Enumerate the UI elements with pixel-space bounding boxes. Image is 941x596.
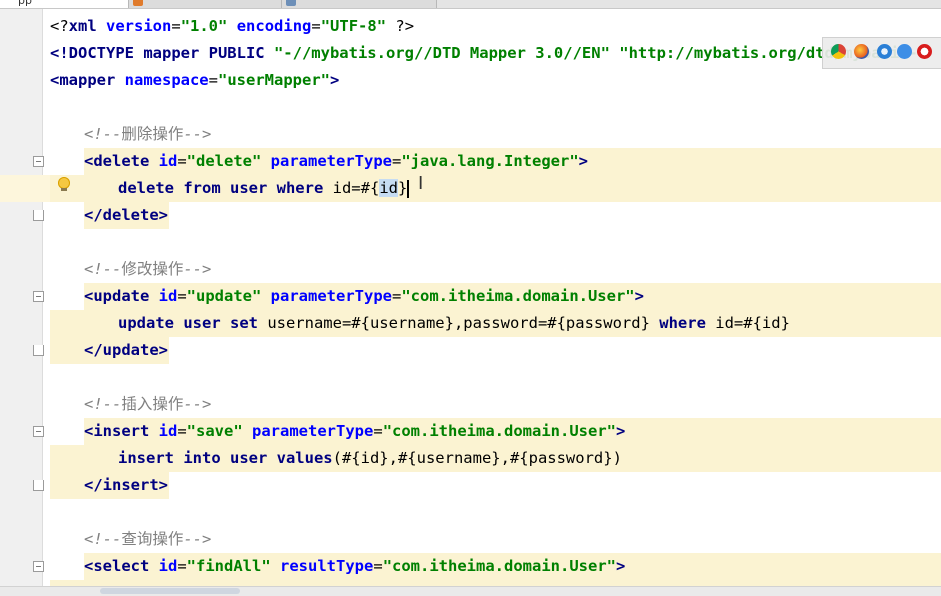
text-caret <box>407 179 410 198</box>
fold-end-icon[interactable] <box>33 480 44 491</box>
code-line-doctype[interactable]: <!DOCTYPE mapper PUBLIC "-//mybatis.org/… <box>50 40 918 67</box>
fold-end-icon[interactable] <box>33 210 44 221</box>
selected-text: id <box>379 179 398 197</box>
tab-mapper-xml[interactable]: pp <box>0 0 129 8</box>
code-line-comment-insert[interactable]: <!--插入操作--> <box>84 391 211 418</box>
firefox-icon[interactable] <box>854 44 869 59</box>
safari-icon[interactable] <box>877 44 892 59</box>
browser-preview-toolbar <box>822 37 941 69</box>
code-line-insert-close[interactable]: </insert> <box>84 472 168 499</box>
editor-gutter <box>0 9 43 595</box>
opera-icon[interactable] <box>917 44 932 59</box>
code-line-delete-body[interactable]: delete from user where id=#{id} <box>118 175 410 202</box>
chrome-icon[interactable] <box>831 44 846 59</box>
fold-end-icon[interactable] <box>33 345 44 356</box>
code-line-insert-open[interactable]: <insert id="save" parameterType="com.ith… <box>84 418 625 445</box>
code-line-update-open[interactable]: <update id="update" parameterType="com.i… <box>84 283 644 310</box>
file-icon <box>133 0 143 6</box>
code-line-update-close[interactable]: </update> <box>84 337 168 364</box>
code-line-update-body[interactable]: update user set username=#{username},pas… <box>118 310 790 337</box>
file-icon <box>286 0 296 6</box>
code-line-select-open[interactable]: <select id="findAll" resultType="com.ith… <box>84 553 625 580</box>
code-line-delete-open[interactable]: <delete id="delete" parameterType="java.… <box>84 148 588 175</box>
code-line-mapper-open[interactable]: <mapper namespace="userMapper"> <box>50 67 339 94</box>
code-line-comment-update[interactable]: <!--修改操作--> <box>84 256 211 283</box>
tab-file-3[interactable] <box>282 0 437 8</box>
tab-label: pp <box>18 0 32 7</box>
editor-tab-bar: pp <box>0 0 941 9</box>
scrollbar-thumb[interactable] <box>100 588 240 594</box>
fold-toggle-icon[interactable] <box>33 156 44 167</box>
code-line-xml-declaration[interactable]: <?xml version="1.0" encoding="UTF-8" ?> <box>50 13 414 40</box>
code-line-comment-select[interactable]: <!--查询操作--> <box>84 526 211 553</box>
lightbulb-icon[interactable] <box>58 177 70 191</box>
code-line-delete-close[interactable]: </delete> <box>84 202 168 229</box>
fold-toggle-icon[interactable] <box>33 561 44 572</box>
text-cursor-icon: I <box>418 173 424 194</box>
code-line-insert-body[interactable]: insert into user values(#{id},#{username… <box>118 445 622 472</box>
tab-file-2[interactable] <box>129 0 282 8</box>
fold-toggle-icon[interactable] <box>33 426 44 437</box>
code-line-comment-delete[interactable]: <!--删除操作--> <box>84 121 211 148</box>
ie-icon[interactable] <box>897 44 912 59</box>
fold-toggle-icon[interactable] <box>33 291 44 302</box>
